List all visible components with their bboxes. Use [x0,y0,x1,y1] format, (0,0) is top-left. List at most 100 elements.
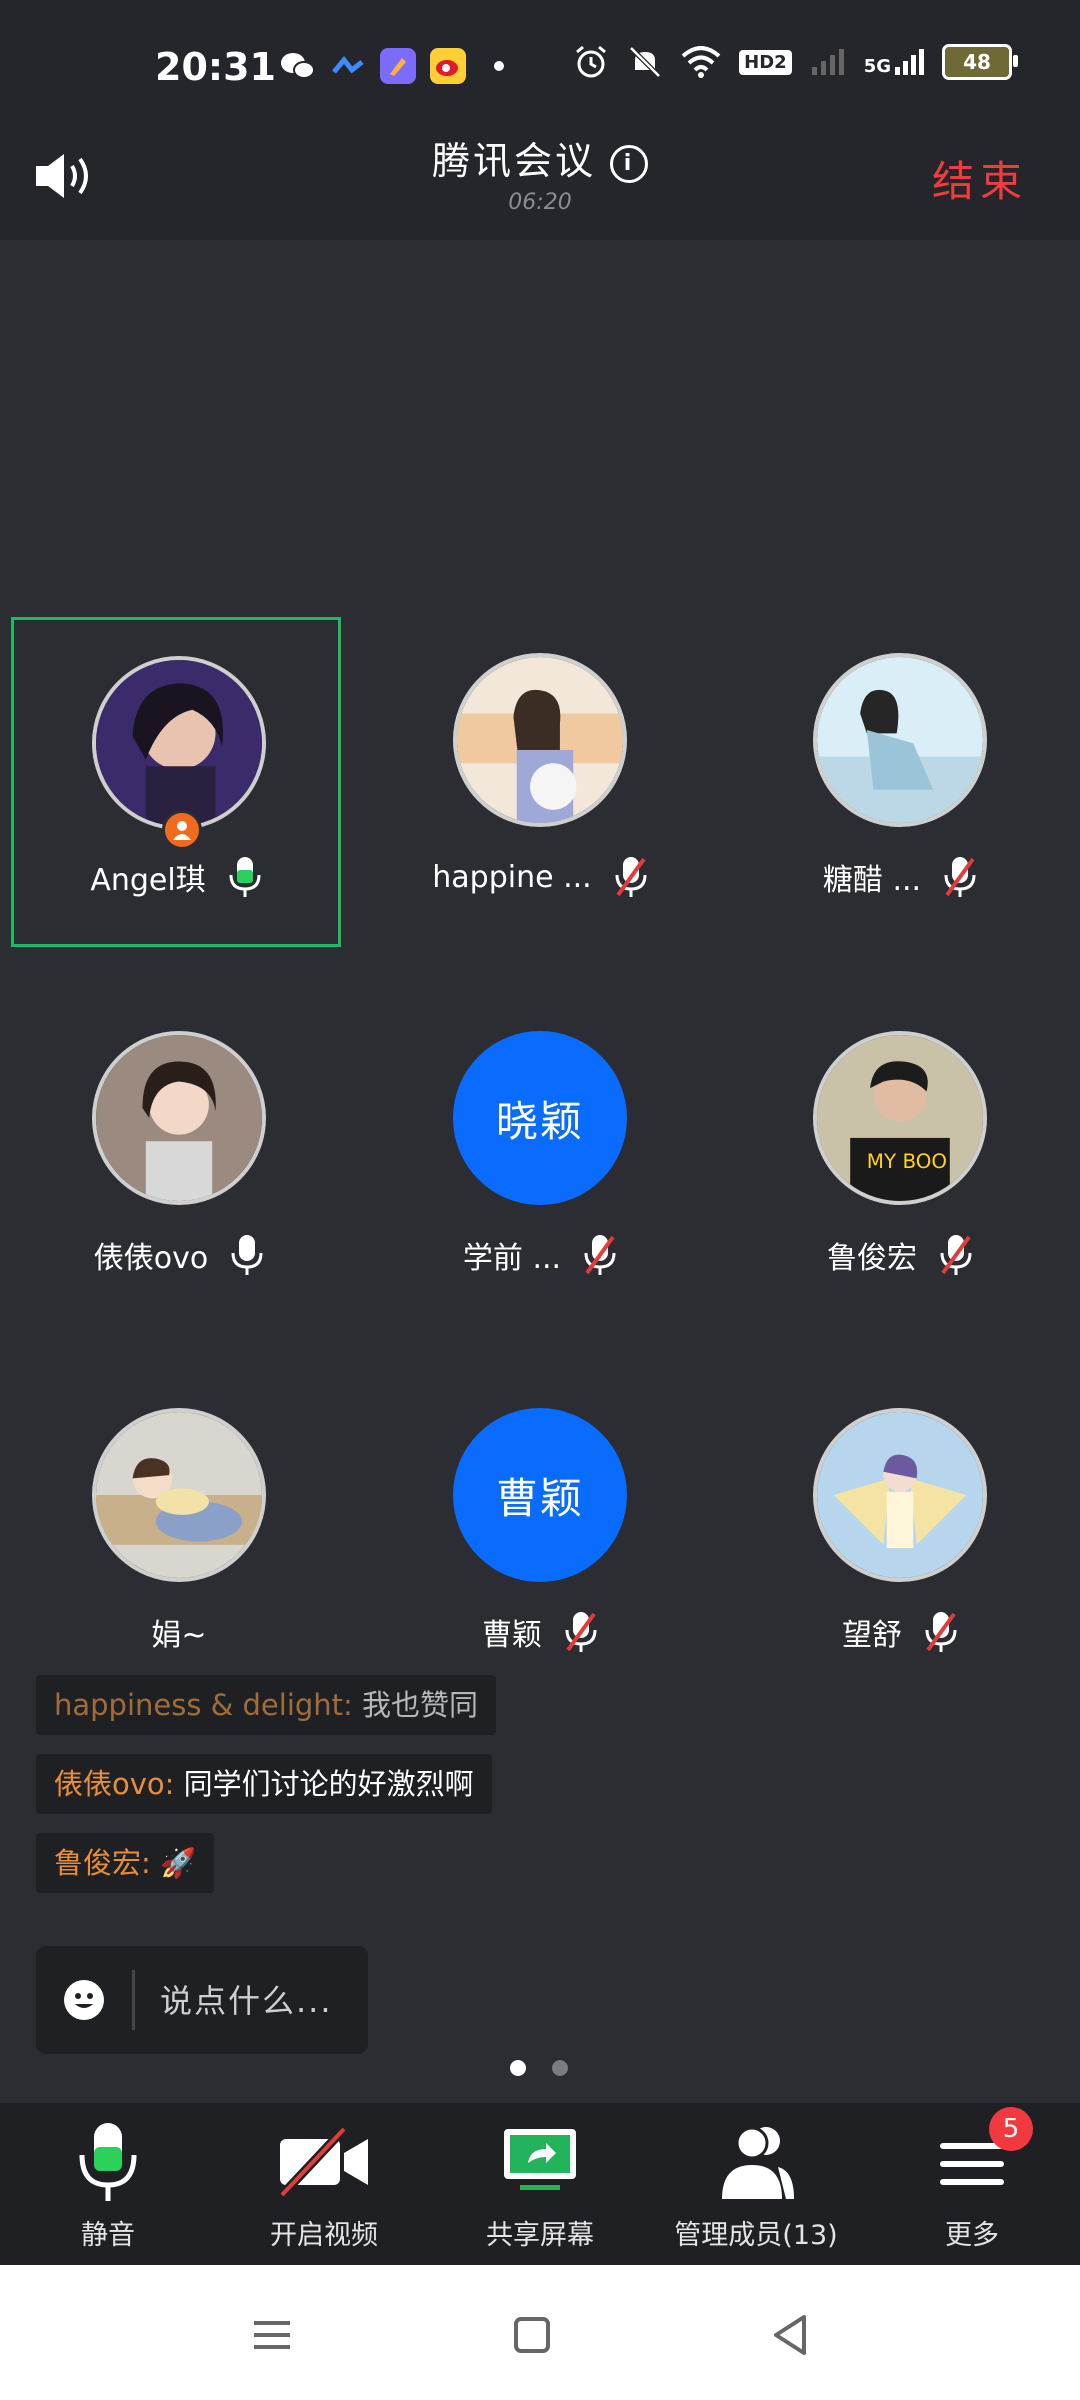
participant-name: Angel琪 [90,863,206,898]
avatar: MY BOO [813,1031,987,1205]
participant-tile[interactable]: 曹颖 曹颖 [375,1372,705,1702]
mic-muted-icon [925,1612,957,1652]
signal-icon [811,49,844,75]
members-icon [722,2126,794,2199]
chat-text: 同学们讨论的好激烈啊 [174,1767,474,1801]
dot-icon [494,61,504,71]
end-meeting-button[interactable]: 结束 [932,148,1028,209]
app-icon [380,48,416,84]
chat-author: happiness & delight: [54,1688,353,1722]
info-icon[interactable]: i [610,144,648,183]
chat-author: 俵俵ovo: [54,1767,175,1801]
avatar [92,1408,266,1582]
participant-name: 俵俵ovo [93,1241,209,1276]
system-status-icons: HD2 5G 48 [573,44,1018,80]
wifi-icon [681,46,721,78]
avatar [453,653,627,827]
alarm-icon [576,45,607,78]
participant-name: 望舒 [842,1618,902,1653]
meeting-title[interactable]: 腾讯会议 i [0,130,1080,185]
5g-signal-icon: 5G [864,47,924,77]
mic-speaking-icon [229,857,261,897]
chat-message[interactable]: 鲁俊宏: 🚀 [36,1833,215,1893]
input-divider [132,1970,135,2030]
chat-input[interactable]: 说点什么... [36,1946,368,2054]
svg-text:MY BOO: MY BOO [867,1150,947,1173]
participant-name: 糖醋 ... [822,863,922,898]
participant-name: 学前 ... [462,1241,562,1276]
participant-tile[interactable]: Angel琪 [11,617,341,947]
participant-tile[interactable]: 娟~ [14,1372,344,1702]
participant-name-row: 鲁俊宏 [735,1233,1065,1277]
avatar [813,1408,987,1582]
microphone-icon [79,2123,137,2201]
participant-name: 曹颖 [482,1618,542,1653]
manage-members-button[interactable]: 管理成员(13) [648,2103,864,2265]
avatar: 晓颖 [453,1031,627,1205]
mic-muted-icon [565,1612,597,1652]
video-button[interactable]: 开启视频 [216,2103,432,2265]
meeting-title-text: 腾讯会议 [431,139,596,183]
participant-name-row: 俵俵ovo [14,1233,344,1277]
page-indicator [510,2060,568,2076]
participant-tile[interactable]: 俵俵ovo [14,995,344,1325]
system-navigation-bar [0,2265,1080,2400]
home-icon[interactable] [502,2305,562,2365]
share-screen-icon [504,2129,576,2190]
meeting-timer: 06:20 [508,190,572,215]
mic-muted-icon [615,857,647,897]
chat-text: 🚀 [150,1846,197,1880]
avatar [813,653,987,827]
participant-tile[interactable]: 晓颖 学前 ... [375,995,705,1325]
more-button[interactable]: 5 更多 [864,2103,1080,2265]
chat-text: 我也赞同 [352,1688,479,1722]
page-dot-active[interactable] [510,2060,526,2076]
share-screen-button[interactable]: 共享屏幕 [432,2103,648,2265]
more-label: 更多 [945,2220,999,2251]
video-label: 开启视频 [270,2220,378,2251]
mute-button[interactable]: 静音 [0,2103,216,2265]
video-off-icon [278,2125,368,2199]
recents-icon[interactable] [242,2305,302,2365]
avatar [92,656,266,830]
page-dot[interactable] [552,2060,568,2076]
participant-name-row: Angel琪 [11,855,341,899]
participant-name-row: 娟~ [14,1610,344,1654]
mic-muted-icon [584,1235,616,1275]
mute-label: 静音 [81,2220,135,2251]
chat-input-placeholder: 说点什么... [160,1982,333,2020]
weibo-icon [430,48,466,84]
participant-name-row: 望舒 [735,1610,1065,1654]
avatar: 曹颖 [453,1408,627,1582]
participant-name: happine ... [432,859,592,895]
status-time: 20:31 [155,45,276,89]
mic-on-icon [231,1235,263,1275]
mute-icon [629,46,661,78]
participant-name-row: 糖醋 ... [735,855,1065,899]
participant-name: 鲁俊宏 [827,1241,917,1276]
members-label: 管理成员(13) [674,2220,838,2251]
status-bar: 20:31 HD2 5G 48 [0,0,1080,140]
host-badge-icon [162,810,202,850]
share-label: 共享屏幕 [486,2220,594,2251]
back-icon[interactable] [762,2305,822,2365]
mic-muted-icon [940,1235,972,1275]
emoji-icon[interactable] [64,1980,104,2020]
participant-tile[interactable]: MY BOO 鲁俊宏 [735,995,1065,1325]
feishu-icon [330,48,366,84]
participant-tile[interactable]: 糖醋 ... [735,617,1065,947]
chat-message[interactable]: 俵俵ovo: 同学们讨论的好激烈啊 [36,1754,492,1814]
participant-name-row: happine ... [375,855,705,899]
participant-name-row: 学前 ... [375,1233,705,1277]
chat-author: 鲁俊宏: [54,1846,151,1880]
notification-icons [280,48,504,84]
bottom-toolbar: 静音 开启视频 共享屏幕 管理成员(13) 5 更多 [0,2103,1080,2265]
chat-message[interactable]: happiness & delight: 我也赞同 [36,1675,497,1735]
wechat-icon [280,48,316,84]
participant-tile[interactable]: 望舒 [735,1372,1065,1702]
mic-muted-icon [944,857,976,897]
participant-name: 娟~ [151,1618,207,1653]
participant-name-row: 曹颖 [375,1610,705,1654]
participant-tile[interactable]: happine ... [375,617,705,947]
notification-badge: 5 [989,2107,1033,2151]
